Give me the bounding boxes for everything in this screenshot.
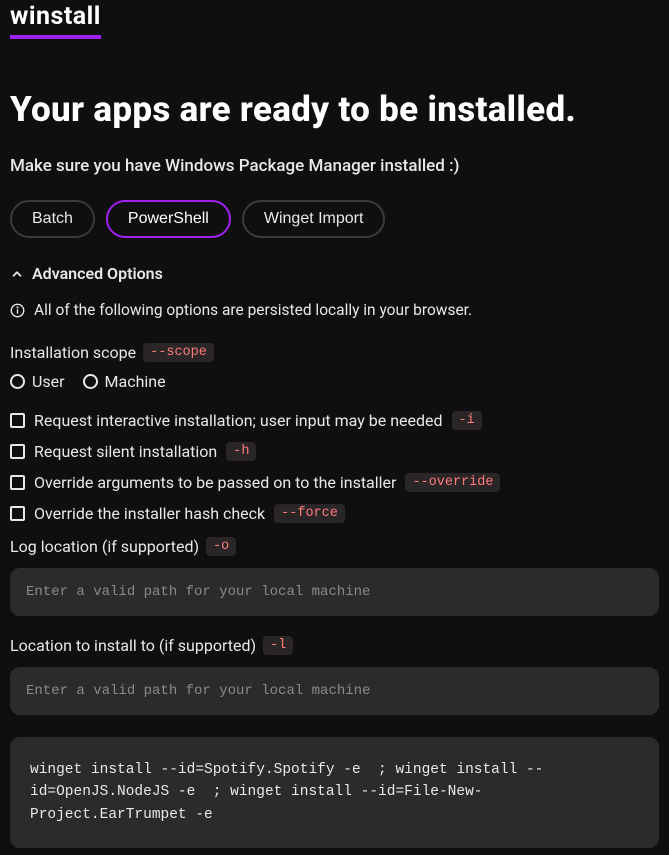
checkbox-override-label: Override arguments to be passed on to th… [34, 473, 396, 492]
log-location-flag: -o [206, 537, 236, 556]
install-location-label-text: Location to install to (if supported) [10, 636, 256, 655]
advanced-options-toggle[interactable]: Advanced Options [10, 264, 659, 283]
scope-radio-machine[interactable]: Machine [83, 372, 166, 391]
options-list: Request interactive installation; user i… [10, 411, 659, 523]
radio-icon [10, 374, 25, 389]
checkbox-interactive[interactable]: Request interactive installation; user i… [10, 411, 659, 430]
radio-icon [83, 374, 98, 389]
tab-powershell[interactable]: PowerShell [106, 200, 231, 238]
generated-command[interactable]: winget install --id=Spotify.Spotify -e ;… [10, 737, 659, 848]
scope-radio-machine-label: Machine [105, 372, 166, 391]
checkbox-interactive-flag: -i [452, 411, 482, 430]
install-location-label: Location to install to (if supported) -l [10, 636, 659, 655]
checkbox-override[interactable]: Override arguments to be passed on to th… [10, 473, 659, 492]
checkbox-override-flag: --override [405, 473, 500, 492]
tab-winget-import[interactable]: Winget Import [242, 200, 386, 238]
checkbox-icon [10, 444, 25, 459]
advanced-options-label: Advanced Options [32, 264, 163, 283]
page-subtitle: Make sure you have Windows Package Manag… [10, 156, 659, 176]
info-icon [10, 303, 25, 318]
scope-radio-group: User Machine [10, 372, 659, 391]
scope-flag: --scope [143, 343, 214, 362]
info-note-text: All of the following options are persist… [34, 301, 472, 319]
tab-batch[interactable]: Batch [10, 200, 95, 238]
info-note: All of the following options are persist… [10, 301, 659, 319]
log-location-input[interactable] [10, 568, 659, 616]
checkbox-icon [10, 506, 25, 521]
checkbox-silent-label: Request silent installation [34, 442, 217, 461]
log-location-label: Log location (if supported) -o [10, 537, 659, 556]
app-logo[interactable]: winstall [10, 2, 101, 39]
checkbox-force-flag: --force [274, 504, 345, 523]
scope-radio-user-label: User [32, 372, 65, 391]
scope-label: Installation scope --scope [10, 343, 659, 362]
checkbox-silent-flag: -h [226, 442, 256, 461]
checkbox-silent[interactable]: Request silent installation -h [10, 442, 659, 461]
page-title: Your apps are ready to be installed. [10, 89, 659, 130]
checkbox-force-label: Override the installer hash check [34, 504, 265, 523]
scope-radio-user[interactable]: User [10, 372, 65, 391]
log-location-label-text: Log location (if supported) [10, 537, 199, 556]
scope-label-text: Installation scope [10, 343, 136, 362]
checkbox-icon [10, 475, 25, 490]
checkbox-interactive-label: Request interactive installation; user i… [34, 411, 443, 430]
checkbox-icon [10, 413, 25, 428]
checkbox-force[interactable]: Override the installer hash check --forc… [10, 504, 659, 523]
install-location-input[interactable] [10, 667, 659, 715]
format-tabs: Batch PowerShell Winget Import [10, 200, 659, 238]
chevron-up-icon [10, 267, 24, 281]
install-location-flag: -l [263, 636, 293, 655]
